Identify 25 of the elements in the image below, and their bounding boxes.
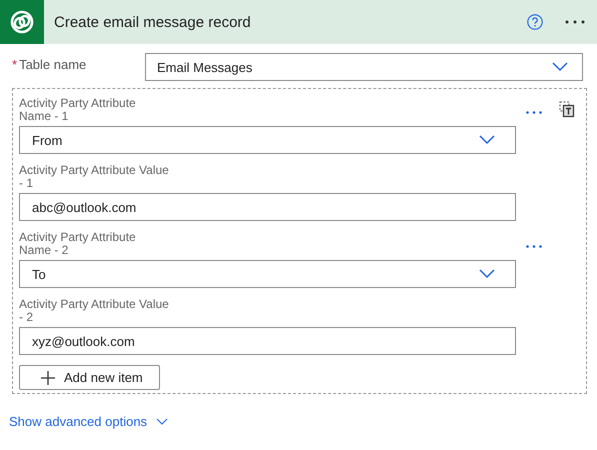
add-new-item-button[interactable]: Add new item xyxy=(19,365,160,390)
more-options-icon[interactable] xyxy=(526,111,542,114)
chevron-down-icon xyxy=(156,418,168,425)
dropdown-field[interactable]: From xyxy=(19,126,516,154)
input-field[interactable]: abc@outlook.com xyxy=(19,193,516,221)
more-options-icon[interactable] xyxy=(565,20,585,24)
help-icon[interactable] xyxy=(527,14,543,30)
plus-icon xyxy=(40,370,56,386)
chevron-down-icon xyxy=(479,269,495,279)
field-label: Table name xyxy=(19,57,86,72)
show-advanced-options-link[interactable]: Show advanced options xyxy=(9,414,168,429)
chevron-down-icon xyxy=(479,135,495,145)
table-name-dropdown[interactable]: Email Messages xyxy=(145,53,583,81)
card-title: Create email message record xyxy=(54,14,252,30)
input-field[interactable]: xyz@outlook.com xyxy=(19,327,516,355)
more-options-icon[interactable] xyxy=(526,245,542,248)
required-mark: * xyxy=(12,57,18,72)
delete-icon[interactable] xyxy=(559,101,575,118)
field-label: Activity Party Attribute Value - 2 xyxy=(19,298,169,324)
dropdown-field[interactable]: To xyxy=(19,260,516,288)
field-label: Activity Party Attribute Value - 1 xyxy=(19,164,169,190)
app-logo-icon xyxy=(0,0,44,44)
field-label: Activity Party Attribute Name - 2 xyxy=(19,231,137,257)
chevron-down-icon xyxy=(552,62,568,72)
field-label: Activity Party Attribute Name - 1 xyxy=(19,97,137,123)
